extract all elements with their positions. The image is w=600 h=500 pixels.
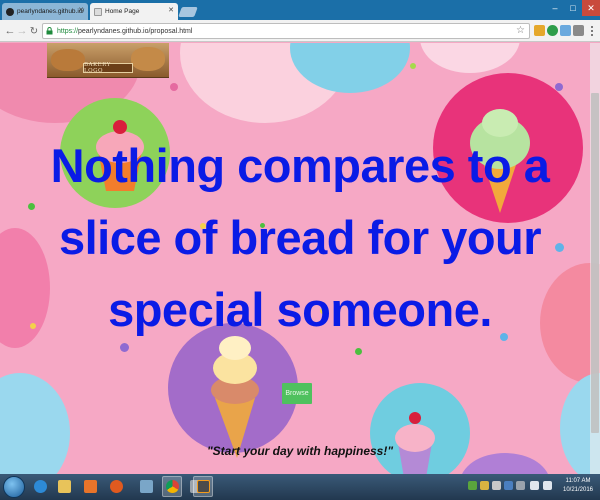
- bakery-logo[interactable]: BAKERY LOGO: [47, 43, 169, 78]
- clock[interactable]: 11:07 AM 10/21/2016: [560, 477, 596, 495]
- close-icon[interactable]: ✕: [168, 6, 174, 14]
- tab-label: Home Page: [105, 8, 140, 15]
- minimize-button[interactable]: –: [546, 0, 564, 16]
- tray-icon[interactable]: [504, 481, 513, 490]
- scrollbar[interactable]: [590, 43, 600, 474]
- forward-arrow-icon[interactable]: →: [16, 24, 28, 38]
- file-explorer-icon[interactable]: [54, 476, 74, 497]
- close-window-button[interactable]: ✕: [582, 0, 600, 16]
- confetti-dot: [28, 203, 35, 210]
- chrome-icon[interactable]: [162, 476, 182, 497]
- browser-toolbar: ← → ↻ https:// pearlyndanes.github.io/pr…: [0, 20, 600, 42]
- extension-icon[interactable]: [547, 25, 558, 36]
- extension-icon[interactable]: [534, 25, 545, 36]
- lock-icon: [46, 27, 53, 35]
- tray-icon[interactable]: [516, 481, 525, 490]
- extension-icon[interactable]: [573, 25, 584, 36]
- scrollbar-thumb[interactable]: [591, 93, 599, 433]
- confetti-dot: [355, 348, 362, 355]
- bookmark-star-icon[interactable]: ☆: [516, 25, 525, 36]
- tab-pearlyndanes[interactable]: pearlyndanes.github.io/ ✕: [2, 3, 88, 20]
- tray-icon[interactable]: [468, 481, 477, 490]
- page-headline: Nothing compares to a slice of bread for…: [50, 139, 550, 336]
- confetti-dot: [410, 63, 416, 69]
- confetti-dot: [170, 83, 178, 91]
- extension-icon[interactable]: [560, 25, 571, 36]
- url-text: pearlyndanes.github.io/proposal.html: [78, 27, 193, 35]
- ie-icon[interactable]: [30, 476, 50, 497]
- tab-home-page[interactable]: Home Page ✕: [90, 3, 178, 20]
- confetti-dot: [555, 83, 563, 91]
- bread-icon: [51, 49, 85, 71]
- tagline: "Start your day with happiness!": [206, 444, 394, 458]
- cupcake-icon: [395, 412, 435, 474]
- tray-icon[interactable]: [480, 481, 489, 490]
- url-scheme: https://: [57, 27, 79, 35]
- network-app-icon[interactable]: [136, 476, 156, 497]
- network-icon[interactable]: [530, 481, 539, 490]
- background-circle: [460, 453, 550, 474]
- taskbar: 11:07 AM 10/21/2016: [0, 474, 600, 500]
- new-tab-button[interactable]: [178, 7, 198, 17]
- tab-label: pearlyndanes.github.io/: [17, 8, 85, 15]
- address-bar[interactable]: https:// pearlyndanes.github.io/proposal…: [42, 23, 530, 39]
- close-icon[interactable]: ✕: [78, 6, 84, 14]
- back-arrow-icon[interactable]: ←: [4, 24, 16, 38]
- sublime-text-icon[interactable]: [193, 476, 213, 497]
- ice-cream-icon: [211, 336, 259, 458]
- browse-button[interactable]: Browse: [282, 383, 312, 404]
- tray-icon[interactable]: [492, 481, 501, 490]
- page-icon: [94, 7, 102, 16]
- volume-icon[interactable]: [543, 481, 552, 490]
- github-icon: [6, 7, 14, 16]
- menu-icon[interactable]: [588, 25, 596, 37]
- browser-tab-bar: pearlyndanes.github.io/ ✕ Home Page ✕ – …: [0, 0, 600, 20]
- logo-text: BAKERY LOGO: [83, 62, 133, 74]
- clock-date: 10/21/2016: [562, 487, 594, 493]
- page-viewport: BAKERY LOGO Nothing compares to a slice …: [0, 43, 600, 474]
- background-circle: [0, 373, 70, 474]
- clock-time: 11:07 AM: [565, 478, 591, 484]
- windows-start-icon[interactable]: [3, 476, 25, 498]
- reload-icon[interactable]: ↻: [28, 24, 40, 38]
- background-circle: [420, 43, 520, 73]
- media-player-icon[interactable]: [80, 476, 100, 497]
- confetti-dot: [30, 323, 36, 329]
- maximize-button[interactable]: □: [564, 0, 582, 16]
- firefox-icon[interactable]: [106, 476, 126, 497]
- bread-icon: [131, 47, 165, 71]
